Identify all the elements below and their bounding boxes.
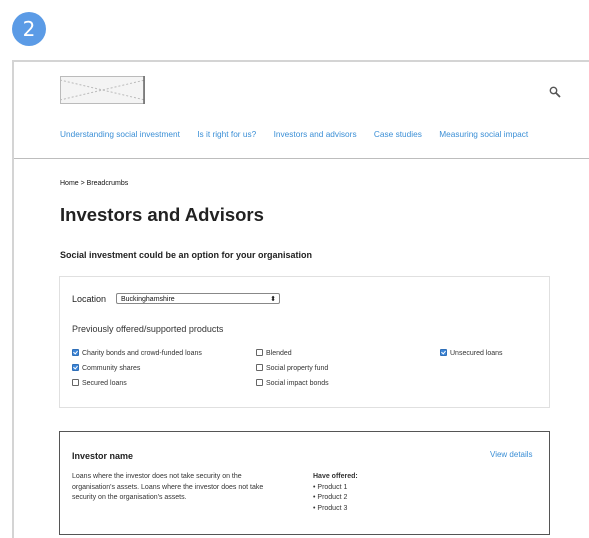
offered-heading: Have offered:: [313, 473, 358, 480]
checkbox-label: Secured loans: [82, 380, 127, 387]
checkbox-label: Community shares: [82, 365, 141, 372]
checkbox-unchecked-icon: [256, 364, 263, 371]
investor-description: Loans where the investor does not take s…: [72, 473, 264, 501]
nav-item-is-it-right[interactable]: Is it right for us?: [197, 129, 256, 139]
logo-placeholder-image: [60, 76, 145, 104]
offered-item: • Product 1: [313, 483, 348, 491]
view-details-link[interactable]: View details: [490, 450, 533, 459]
checkbox-unchecked-icon: [256, 379, 263, 386]
checkbox-unsecured-loans[interactable]: Unsecured loans: [440, 349, 503, 357]
checkbox-secured-loans[interactable]: Secured loans: [72, 379, 127, 387]
checkbox-blended[interactable]: Blended: [256, 349, 292, 357]
main-nav: Understanding social investment Is it ri…: [60, 129, 543, 139]
checkbox-label: Social impact bonds: [266, 380, 329, 387]
select-arrows-icon: ⬍: [270, 296, 276, 303]
checkbox-unchecked-icon: [256, 349, 263, 356]
products-heading: Previously offered/supported products: [72, 324, 224, 334]
nav-item-measuring-impact[interactable]: Measuring social impact: [439, 129, 528, 139]
nav-item-understanding[interactable]: Understanding social investment: [60, 129, 180, 139]
checkbox-label: Unsecured loans: [450, 350, 503, 357]
checkbox-checked-icon: [72, 364, 79, 371]
checkbox-unchecked-icon: [72, 379, 79, 386]
page-title: Investors and Advisors: [60, 204, 264, 225]
header-divider: [14, 158, 589, 159]
checkbox-social-property-fund[interactable]: Social property fund: [256, 364, 328, 372]
nav-item-case-studies[interactable]: Case studies: [374, 129, 422, 139]
offered-products: Have offered: • Product 1 • Product 2 • …: [313, 472, 358, 514]
offered-item: • Product 3: [313, 504, 348, 512]
location-label: Location: [72, 294, 107, 304]
page-frame: Understanding social investment Is it ri…: [12, 60, 589, 538]
step-number-badge: 2: [12, 12, 46, 46]
checkbox-label: Social property fund: [266, 365, 329, 372]
checkbox-label: Charity bonds and crowd-funded loans: [82, 350, 202, 357]
checkbox-social-impact-bonds[interactable]: Social impact bonds: [256, 379, 329, 387]
location-selected-value: Buckinghamshire: [121, 296, 175, 303]
checkbox-community-shares[interactable]: Community shares: [72, 364, 140, 372]
filter-panel: Location Buckinghamshire ⬍ Previously of…: [59, 276, 550, 408]
breadcrumb[interactable]: Home > Breadcrumbs: [60, 180, 128, 187]
checkbox-label: Blended: [266, 350, 292, 357]
investor-name: Investor name: [72, 451, 134, 461]
nav-item-investors-advisors[interactable]: Investors and advisors: [274, 129, 357, 139]
offered-item: • Product 2: [313, 494, 348, 501]
checkbox-checked-icon: [440, 349, 447, 356]
checkbox-checked-icon: [72, 349, 79, 356]
page-subtitle: Social investment could be an option for…: [60, 250, 313, 260]
checkbox-charity-bonds[interactable]: Charity bonds and crowd-funded loans: [72, 349, 202, 357]
location-select[interactable]: Buckinghamshire ⬍: [116, 293, 280, 304]
investor-card: Investor name View details Loans where t…: [59, 431, 550, 535]
search-icon[interactable]: [549, 86, 561, 98]
